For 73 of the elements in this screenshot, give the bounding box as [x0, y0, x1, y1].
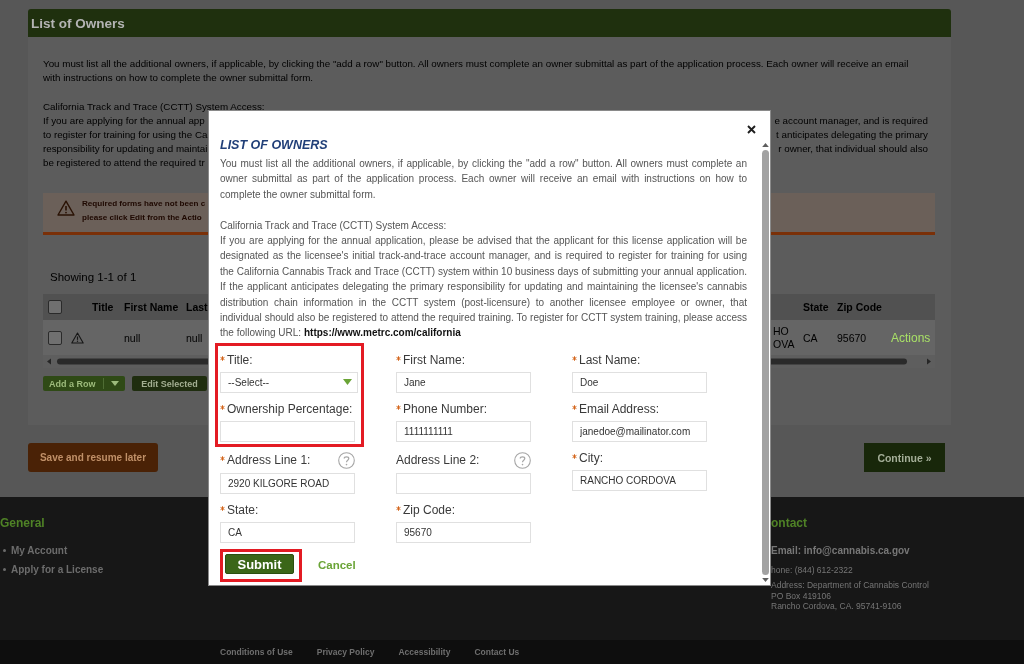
- bullet-icon: [3, 549, 6, 552]
- column-header[interactable]: Last: [186, 301, 208, 313]
- contact-address: Address: Department of Cannabis Control PO Box 419106 Rancho Cordova, CA. 95741-9106: [771, 580, 929, 612]
- footer-link[interactable]: Accessibility: [398, 647, 451, 657]
- footer-link[interactable]: Conditions of Use: [220, 647, 293, 657]
- warning-icon: [57, 200, 75, 216]
- column-header[interactable]: Zip Code: [837, 301, 882, 313]
- text-field[interactable]: RANCHO CORDOVA: [572, 469, 707, 491]
- field-label: State:: [227, 503, 259, 519]
- dialog-text: If you are applying for the annual application, please be advised that the applicant for this license application will be designated as the licensee's initial track-and-trace account manager, and is required to register for training for using the California Cannabis Track and Trace (CCTT) system within 10 business days of submitting your annual application. If the applicant anticipates delegating the primary responsibility for updating and maintaining the licensee's cannabis distribution chain information in the CCTT system (post-licensure) to another licensee employee or owner, that individual should also be registered to attend the required training. To register for CCTT system training, please access the following URL: https://www.metrc.com/california: [220, 234, 747, 341]
- text-field[interactable]: 95670: [396, 521, 531, 543]
- help-icon[interactable]: [338, 452, 355, 470]
- text-field[interactable]: janedoe@mailinator.com: [572, 420, 707, 442]
- footer-heading: General: [0, 516, 45, 531]
- continue-button[interactable]: Continue »: [864, 443, 945, 472]
- select-field[interactable]: --Select--: [220, 371, 358, 393]
- dialog-text: You must list all the additional owners, if applicable, by clicking the "add a row" button. All owners must complete an owner submittal as part of the application process. Each owner will receive an email with instructions on how to complete the owner submittal form.: [220, 157, 747, 202]
- text-field[interactable]: CA: [220, 521, 355, 543]
- dialog-title: LIST OF OWNERS: [220, 137, 328, 153]
- field-label: Address Line 2:: [396, 453, 480, 469]
- field-label: Title:: [227, 353, 253, 369]
- contact-email[interactable]: Email: info@cannabis.ca.gov: [771, 541, 910, 560]
- intro-text: You must list all the additional owners, if applicable, by clicking the "add a row" button. All owners must complete an owner submittal as part of the application process. Each owner will receive an email with instructions on how to complete the owner submittal form.: [43, 57, 910, 85]
- caret-icon: [343, 379, 352, 386]
- footer-link[interactable]: Privacy Policy: [316, 647, 375, 657]
- checkbox[interactable]: [48, 330, 62, 345]
- checkbox[interactable]: [48, 300, 62, 314]
- table-cell: HO OVA: [773, 324, 795, 351]
- text-field[interactable]: Doe: [572, 371, 707, 393]
- save-later-button[interactable]: Save and resume later: [28, 443, 158, 472]
- field-label: Last Name:: [579, 353, 641, 369]
- field-label: City:: [579, 451, 603, 467]
- footer-link[interactable]: Contact Us: [474, 647, 520, 657]
- section-title: List of Owners: [31, 15, 125, 31]
- edit-selected-button[interactable]: Edit Selected: [132, 376, 207, 391]
- close-icon: [747, 125, 756, 134]
- field-label: First Name:: [403, 353, 465, 369]
- column-header[interactable]: Title: [92, 301, 114, 313]
- text-field[interactable]: Jane: [396, 371, 531, 393]
- close-button[interactable]: [747, 125, 756, 134]
- actions-link[interactable]: Actions: [891, 330, 931, 345]
- text-field[interactable]: 1111111111: [396, 420, 531, 442]
- partial-paragraph: If you are applying for the annual app to register for training for using the Ca responsibility for updating and maintai be registered to attend the required tr: [43, 114, 208, 170]
- help-icon[interactable]: [514, 452, 531, 470]
- column-header[interactable]: First Name: [124, 301, 179, 313]
- column-header[interactable]: State: [803, 301, 829, 313]
- table-cell: null: [186, 331, 203, 344]
- footer-link[interactable]: My Account: [11, 545, 68, 556]
- table-cell: 95670: [837, 331, 867, 344]
- field-label: Address Line 1:: [227, 453, 311, 469]
- table-cell: null: [124, 331, 141, 344]
- submit-button[interactable]: Submit: [225, 553, 294, 574]
- text-field[interactable]: [396, 472, 531, 494]
- caret-icon: [110, 381, 119, 386]
- field-label: Zip Code:: [403, 503, 456, 519]
- field-label: Ownership Percentage:: [227, 402, 353, 418]
- section-heading: California Track and Trace (CCTT) System Access:: [220, 218, 447, 233]
- text-field[interactable]: [220, 420, 355, 442]
- add-row-button[interactable]: Add a Row: [43, 376, 125, 391]
- footer-link[interactable]: Apply for a License: [11, 564, 104, 575]
- warning-text: Required forms have not been c please click Edit from the Actio: [82, 198, 206, 224]
- cancel-link[interactable]: Cancel: [318, 559, 356, 572]
- field-label: Email Address:: [579, 402, 660, 418]
- access-heading: California Track and Trace (CCTT) System Access:: [43, 100, 265, 114]
- footer-heading: ontact: [771, 516, 807, 531]
- results-count: Showing 1-1 of 1: [50, 270, 137, 284]
- field-label: Phone Number:: [403, 402, 488, 418]
- bullet-icon: [3, 568, 6, 571]
- vertical-scrollbar[interactable]: [761, 140, 770, 585]
- table-cell: CA: [803, 331, 818, 344]
- text-field[interactable]: 2920 KILGORE ROAD: [220, 472, 355, 494]
- contact-phone: hone: (844) 612-2322: [771, 565, 853, 576]
- partial-paragraph: e account manager, and is required t anticipates delegating the primary r owner, that individual should also: [774, 114, 928, 156]
